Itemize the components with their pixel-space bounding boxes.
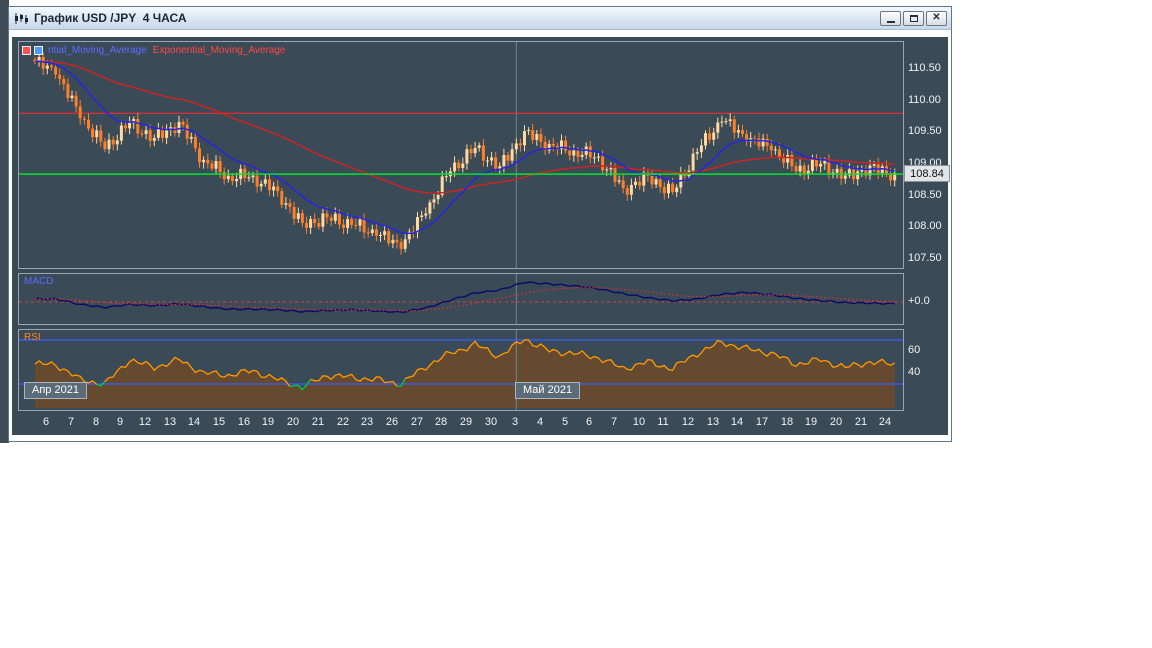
time-axis-label: 19 xyxy=(261,416,275,428)
time-axis-label: 12 xyxy=(138,416,152,428)
time-axis-label: 28 xyxy=(434,416,448,428)
title-bar[interactable]: График USD /JPY 4 ЧАСА ✕ xyxy=(9,7,951,30)
price-axis-label: 110.50 xyxy=(908,62,941,74)
rsi-panel[interactable] xyxy=(18,329,904,411)
time-axis-label: 21 xyxy=(311,416,325,428)
indicator-swatch-red[interactable] xyxy=(22,46,31,55)
time-axis-label: 12 xyxy=(681,416,695,428)
time-axis-label: 27 xyxy=(410,416,424,428)
time-axis-label: 13 xyxy=(706,416,720,428)
chart-area: ntial_Moving_Average Exponential_Moving_… xyxy=(12,37,950,435)
time-axis-label: 8 xyxy=(92,416,100,428)
close-icon: ✕ xyxy=(932,12,941,23)
price-axis-label: 108.50 xyxy=(908,189,942,201)
macd-axis-label: +0.0 xyxy=(908,295,930,307)
macd-indicator-label: MACD xyxy=(24,276,54,287)
time-axis-label: 9 xyxy=(116,416,124,428)
price-axis-label: 107.50 xyxy=(908,252,942,264)
close-button[interactable]: ✕ xyxy=(926,10,947,26)
time-axis-label: 3 xyxy=(511,416,519,428)
maximize-button[interactable] xyxy=(903,10,924,26)
time-axis-label: 30 xyxy=(484,416,498,428)
time-axis-label: 7 xyxy=(610,416,618,428)
time-axis-label: 6 xyxy=(42,416,50,428)
time-axis-label: 6 xyxy=(585,416,593,428)
minimize-icon xyxy=(886,20,895,23)
ma-legend-label-blue: ntial_Moving_Average xyxy=(48,45,147,56)
time-axis-label: 22 xyxy=(336,416,350,428)
time-axis-label: 17 xyxy=(755,416,769,428)
minimize-button[interactable] xyxy=(880,10,901,26)
ma-legend-label-red: Exponential_Moving_Average xyxy=(152,45,286,56)
time-axis-label: 10 xyxy=(632,416,646,428)
price-chart-panel[interactable] xyxy=(18,41,904,269)
time-axis-label: 15 xyxy=(212,416,226,428)
window-client-area: ntial_Moving_Average Exponential_Moving_… xyxy=(11,31,950,439)
window-title: График USD /JPY 4 ЧАСА xyxy=(34,11,187,25)
macd-panel[interactable] xyxy=(18,273,904,325)
time-axis-label: 18 xyxy=(780,416,794,428)
time-axis-label: 11 xyxy=(657,416,669,428)
rsi-indicator-label: RSI xyxy=(24,332,41,343)
time-axis-label: 14 xyxy=(187,416,201,428)
chart-legend: ntial_Moving_Average Exponential_Moving_… xyxy=(22,45,285,56)
time-axis-label: 21 xyxy=(854,416,868,428)
price-axis-label: 110.00 xyxy=(908,94,941,106)
time-axis-label: 19 xyxy=(804,416,818,428)
time-axis-label: 16 xyxy=(237,416,251,428)
chart-window: График USD /JPY 4 ЧАСА ✕ ntial_Moving_Av… xyxy=(8,6,952,442)
month-marker: Май 2021 xyxy=(515,382,581,399)
time-axis-label: 20 xyxy=(829,416,843,428)
time-axis-label: 26 xyxy=(385,416,399,428)
time-axis-label: 4 xyxy=(536,416,544,428)
time-axis-label: 23 xyxy=(360,416,374,428)
candlestick-chart-icon xyxy=(13,10,29,26)
time-axis-label: 14 xyxy=(730,416,744,428)
time-axis-label: 7 xyxy=(67,416,75,428)
rsi-axis-label: 60 xyxy=(908,344,921,356)
rsi-axis-label: 40 xyxy=(908,366,921,378)
time-axis: 6 7 8 9 12 13 14 15 16 19 20 21 22 23 26 27 28 29 30 3 4 5 6 7 1… xyxy=(18,415,902,435)
month-marker: Апр 2021 xyxy=(24,382,87,399)
price-axis-label: 109.50 xyxy=(908,125,942,137)
maximize-icon xyxy=(909,14,918,22)
time-axis-label: 20 xyxy=(286,416,300,428)
window-controls: ✕ xyxy=(880,10,947,26)
time-axis-label: 24 xyxy=(878,416,892,428)
time-axis-label: 13 xyxy=(163,416,177,428)
time-axis-label: 29 xyxy=(459,416,473,428)
current-price-label: 108.84 xyxy=(904,165,950,182)
indicator-swatch-blue[interactable] xyxy=(34,46,43,55)
price-axis-label: 108.00 xyxy=(908,220,942,232)
time-axis-label: 5 xyxy=(561,416,569,428)
